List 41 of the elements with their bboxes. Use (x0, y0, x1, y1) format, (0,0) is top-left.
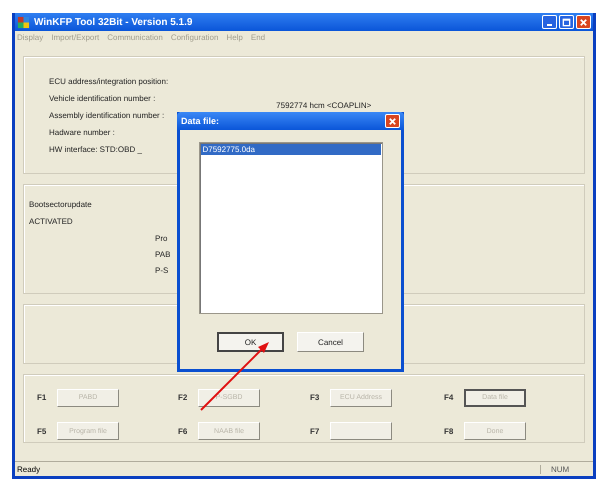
menu-item[interactable]: Communication (107, 32, 163, 42)
menu-item[interactable]: End (250, 32, 266, 42)
status-text: Ready (17, 464, 42, 474)
menu-item[interactable]: Display (17, 32, 44, 42)
dialog-button[interactable]: Cancel (297, 332, 364, 352)
close-icon (579, 18, 588, 26)
info-label: HW interface: STD:OBD _ (49, 145, 142, 156)
key-label: F1 (37, 393, 47, 402)
process-label: Pro (154, 234, 168, 245)
assembly-value: 7592774 hcm <COAPLIN> (276, 101, 372, 112)
key-label: F8 (444, 426, 454, 436)
maximize-button[interactable] (559, 15, 574, 29)
key-label: F3 (310, 393, 320, 402)
info-label: Hadware number : (49, 128, 115, 139)
status-label: Bootsectorupdate (29, 200, 93, 211)
app-icon (17, 16, 30, 28)
process-label: P-S (154, 266, 170, 277)
minimize-button[interactable] (542, 15, 557, 29)
key-label: F6 (178, 426, 188, 436)
status-indicator: NUM (540, 464, 591, 474)
menu-item[interactable]: Help (226, 32, 243, 42)
menu-item[interactable]: Configuration (170, 32, 218, 42)
status-label: ACTIVATED (29, 217, 74, 228)
info-label: Vehicle identification number : (49, 94, 156, 105)
window-title: WinKFP Tool 32Bit - Version 5.1.9 (34, 16, 194, 28)
info-label: ECU address/integration position: (49, 77, 168, 88)
close-button[interactable] (576, 15, 591, 29)
menu-item[interactable]: Import/Export (51, 32, 100, 42)
process-label: PAB (154, 250, 172, 261)
file-item[interactable]: D7592775.0da (200, 144, 380, 155)
dialog-button[interactable]: OK (217, 332, 284, 352)
key-label: F2 (178, 393, 188, 402)
key-label: F5 (37, 426, 47, 436)
key-label: F4 (444, 393, 454, 402)
dialog-title: Data file: (181, 116, 220, 126)
key-label: F7 (310, 426, 320, 436)
close-button[interactable] (385, 114, 400, 128)
minimize-icon (547, 24, 552, 26)
maximize-icon (562, 18, 571, 26)
close-icon (388, 116, 397, 126)
info-label: Assembly identification number : (49, 111, 164, 122)
